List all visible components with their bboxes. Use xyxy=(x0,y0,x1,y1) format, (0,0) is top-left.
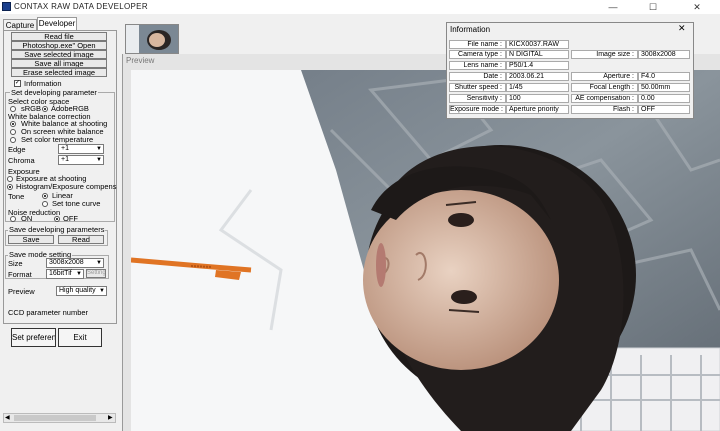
info-date-value: 2003.06.21 xyxy=(506,72,569,81)
exposure-at-shooting-radio[interactable] xyxy=(7,176,13,182)
wb-at-shooting-radio[interactable] xyxy=(10,121,16,127)
tone-curve-radio[interactable] xyxy=(42,201,48,207)
save-parameters-title: Save developing parameters xyxy=(8,225,106,234)
chevron-down-icon: ▼ xyxy=(96,157,102,163)
chevron-down-icon: ▼ xyxy=(99,288,105,294)
minimize-button[interactable]: — xyxy=(598,0,628,14)
format-label: Format xyxy=(8,270,32,279)
info-sensitivity-value: 100 xyxy=(506,94,569,103)
horizontal-scrollbar[interactable]: ◀ ▶ xyxy=(3,413,116,423)
tab-developer[interactable]: Developer xyxy=(37,17,77,30)
edge-value: +1 xyxy=(61,145,69,152)
exit-button[interactable]: Exit xyxy=(58,328,102,347)
close-icon[interactable]: ✕ xyxy=(678,23,686,34)
size-value: 3008x2008 xyxy=(49,259,84,266)
save-parameters-button[interactable]: Save xyxy=(8,235,54,244)
chevron-down-icon: ▼ xyxy=(96,146,102,152)
noise-on-label: ON xyxy=(21,214,33,223)
tab-capture[interactable]: Capture xyxy=(3,19,37,30)
edge-label: Edge xyxy=(8,145,26,154)
info-lens-name-key: Lens name : xyxy=(449,61,506,70)
scroll-left-icon[interactable]: ◀ xyxy=(5,414,10,422)
info-sensitivity-key: Sensitivity : xyxy=(449,94,506,103)
info-date-key: Date : xyxy=(449,72,506,81)
info-image-size-value: 3008x2008 xyxy=(638,50,690,59)
thumbnail-photo xyxy=(126,25,178,53)
info-file-name-value: KICX0037.RAW xyxy=(506,40,569,49)
noise-off-radio[interactable] xyxy=(54,216,60,222)
edge-select[interactable]: +1 ▼ xyxy=(58,144,104,154)
photoshop-open-button[interactable]: Photoshop.exe" Open xyxy=(11,41,107,50)
info-aperture-key: Aperture : xyxy=(571,72,638,81)
developing-parameter-title: Set developing parameter xyxy=(10,88,98,97)
info-file-name-key: File name : xyxy=(449,40,506,49)
preview-image[interactable] xyxy=(131,70,720,431)
info-flash-key: Flash : xyxy=(571,105,638,114)
info-flash-value: OFF xyxy=(638,105,690,114)
preview-quality-value: High quality xyxy=(59,287,96,294)
chevron-down-icon: ▼ xyxy=(76,271,82,277)
set-preference-button[interactable]: Set preference xyxy=(11,328,56,347)
format-setting-button[interactable]: Setting xyxy=(86,269,106,278)
format-value: 16bitTif xyxy=(49,270,72,277)
wb-color-temp-radio[interactable] xyxy=(10,137,16,143)
info-shutter-value: 1/45 xyxy=(506,83,569,92)
scroll-right-icon[interactable]: ▶ xyxy=(108,414,113,422)
histogram-exposure-label: Histogram/Exposure compens xyxy=(16,182,117,191)
information-checkbox-label: Information xyxy=(24,79,62,88)
information-title: Information xyxy=(450,25,491,34)
info-focal-value: 50.00mm xyxy=(638,83,690,92)
preview-quality-label: Preview xyxy=(8,287,35,296)
chevron-down-icon: ▼ xyxy=(96,260,102,266)
preview-quality-select[interactable]: High quality ▼ xyxy=(56,286,107,296)
info-focal-key: Focal Length : xyxy=(571,83,638,92)
noise-on-radio[interactable] xyxy=(10,216,16,222)
size-select[interactable]: 3008x2008 ▼ xyxy=(46,258,104,268)
format-select[interactable]: 16bitTif ▼ xyxy=(46,269,84,279)
close-window-button[interactable]: ✕ xyxy=(682,0,712,14)
read-file-button[interactable]: Read file xyxy=(11,32,107,41)
scrollbar-thumb[interactable] xyxy=(14,415,96,421)
noise-off-label: OFF xyxy=(63,214,78,223)
information-checkbox[interactable]: ✓ xyxy=(14,80,21,87)
info-image-size-key: Image size : xyxy=(571,50,638,59)
info-lens-name-value: P50/1.4 xyxy=(506,61,569,70)
chroma-value: +1 xyxy=(61,156,69,163)
window-title: CONTAX RAW DATA DEVELOPER xyxy=(14,2,148,11)
app-icon xyxy=(2,2,11,11)
info-camera-type-key: Camera type : xyxy=(449,50,506,59)
size-label: Size xyxy=(8,259,23,268)
tone-linear-radio[interactable] xyxy=(42,193,48,199)
read-parameters-button[interactable]: Read xyxy=(58,235,104,244)
info-ae-compensation-key: AE compensation : xyxy=(571,94,638,103)
info-ae-compensation-value: 0.00 xyxy=(638,94,690,103)
wb-on-screen-radio[interactable] xyxy=(10,129,16,135)
info-exposure-mode-key: Exposure mode : xyxy=(449,105,506,114)
histogram-exposure-radio[interactable] xyxy=(7,184,13,190)
info-exposure-mode-value: Aperture priority xyxy=(506,105,569,114)
save-all-image-button[interactable]: Save all image xyxy=(11,59,107,68)
wb-color-temp-label: Set color temperature xyxy=(21,135,94,144)
erase-selected-image-button[interactable]: Erase selected image xyxy=(11,68,107,77)
info-aperture-value: F4.0 xyxy=(638,72,690,81)
image-thumbnail[interactable] xyxy=(125,24,179,54)
tone-curve-label: Set tone curve xyxy=(52,199,101,208)
info-camera-type-value: N DIGITAL xyxy=(506,50,569,59)
ccd-parameter-label: CCD parameter number xyxy=(8,308,89,317)
preview-title: Preview xyxy=(126,56,155,65)
maximize-button[interactable]: ☐ xyxy=(638,0,668,14)
save-selected-image-button[interactable]: Save selected image xyxy=(11,50,107,59)
info-shutter-key: Shutter speed : xyxy=(449,83,506,92)
chroma-select[interactable]: +1 ▼ xyxy=(58,155,104,165)
preview-photo xyxy=(131,70,720,431)
chroma-label: Chroma xyxy=(8,156,35,165)
noise-reduction-label: Noise reduction xyxy=(8,208,61,217)
tone-label: Tone xyxy=(8,192,25,201)
